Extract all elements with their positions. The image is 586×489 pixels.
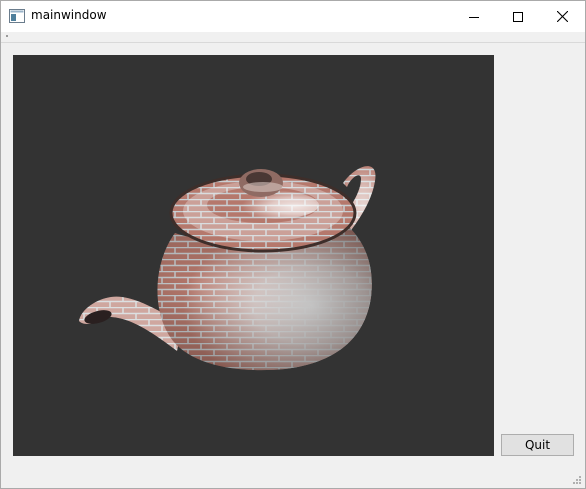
quit-button[interactable]: Quit [501, 434, 574, 456]
menu-bar[interactable] [1, 32, 585, 43]
close-button[interactable] [540, 1, 585, 32]
teapot-render [79, 166, 376, 371]
resize-grip-icon[interactable] [572, 475, 582, 485]
maximize-icon [512, 11, 523, 22]
menu-grip [6, 35, 8, 37]
close-icon [557, 11, 568, 22]
maximize-button[interactable] [495, 1, 540, 32]
main-window: mainwindow Quit [0, 0, 586, 489]
minimize-button[interactable] [451, 1, 496, 32]
opengl-viewport[interactable] [13, 55, 494, 456]
title-bar[interactable]: mainwindow [1, 1, 585, 32]
window-title: mainwindow [31, 8, 107, 22]
minimize-icon [468, 16, 479, 18]
app-window-icon [9, 9, 25, 23]
